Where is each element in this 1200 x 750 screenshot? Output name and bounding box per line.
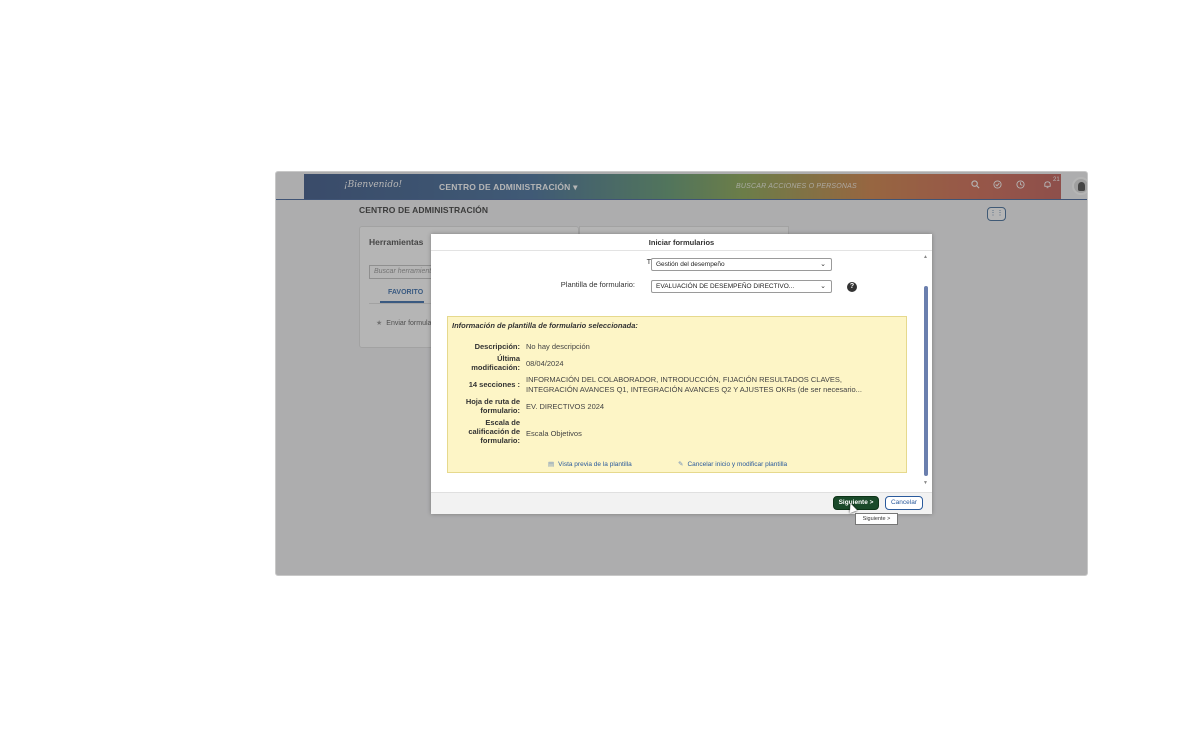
type-select[interactable]: Gestión del desempeño ⌄ [651,258,832,271]
template-info-box: Información de plantilla de formulario s… [447,316,907,473]
cancel-and-modify-link[interactable]: ✎ Cancelar inicio y modificar plantilla [678,460,787,468]
dialog-title: Iniciar formularios [431,234,932,251]
type-label: Tipo: [571,257,663,266]
chevron-down-icon: ⌄ [820,283,826,290]
route-label-line2: formulario: [480,406,520,415]
chevron-down-icon: ⌄ [820,261,826,268]
scale-label-line3: formulario: [480,436,520,445]
dialog-body: Tipo: Gestión del desempeño ⌄ Plantilla … [431,251,932,492]
template-select[interactable]: EVALUACIÓN DE DESEMPEÑO DIRECTIVO... ⌄ [651,280,832,293]
start-forms-dialog: Iniciar formularios Tipo: Gestión del de… [431,234,932,514]
help-icon[interactable]: ? [847,282,857,292]
next-button-tooltip: Siguiente > [855,513,898,525]
sections-value-line2: INTEGRACIÓN AVANCES Q1, INTEGRACIÓN AVAN… [526,385,862,394]
preview-template-link-text: Vista previa de la plantilla [558,461,632,468]
description-label: Descripción: [474,342,520,351]
scale-value: Escala Objetivos [526,429,582,438]
route-value: EV. DIRECTIVOS 2024 [526,402,605,411]
template-select-value: EVALUACIÓN DE DESEMPEÑO DIRECTIVO... [656,283,795,290]
cancel-and-modify-link-text: Cancelar inicio y modificar plantilla [687,461,788,468]
dialog-scrollbar[interactable]: ▲ ▼ [923,254,929,492]
edit-icon: ✎ [678,461,684,468]
modified-label-line2: modificación: [471,363,520,372]
scroll-up-icon[interactable]: ▲ [923,254,928,260]
template-label: Plantilla de formulario: [560,280,635,289]
type-select-value: Gestión del desempeño [656,261,725,268]
scrollbar-thumb[interactable] [924,286,928,476]
cancel-button[interactable]: Cancelar [885,496,923,510]
modified-value: 08/04/2024 [526,359,564,368]
info-heading: Información de plantilla de formulario s… [452,321,638,330]
preview-template-link[interactable]: ▤ Vista previa de la plantilla [548,460,632,468]
document-icon: ▤ [548,461,555,468]
sections-value-line1: INFORMACIÓN DEL COLABORADOR, INTRODUCCIÓ… [526,375,843,384]
sections-label: 14 secciones : [468,380,520,389]
description-value: No hay descripción [526,342,590,351]
scroll-down-icon[interactable]: ▼ [923,480,928,486]
